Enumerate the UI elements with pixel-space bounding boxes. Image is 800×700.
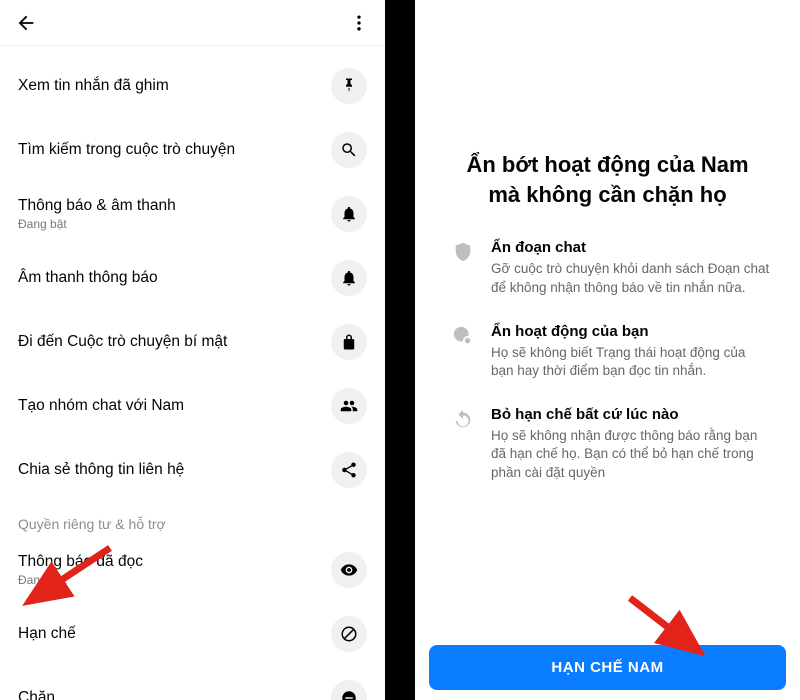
bell-icon bbox=[331, 260, 367, 296]
restrict-info-panel: Ẩn bớt hoạt động của Nam mà không cần ch… bbox=[415, 0, 800, 700]
undo-icon bbox=[445, 406, 481, 430]
restrict-icon bbox=[331, 616, 367, 652]
privacy-section-header: Quyền riêng tư & hỗ trợ bbox=[0, 502, 385, 538]
pin-icon bbox=[331, 68, 367, 104]
item-label: Xem tin nhắn đã ghim bbox=[18, 77, 331, 95]
item-create-group[interactable]: Tạo nhóm chat với Nam bbox=[0, 374, 385, 438]
settings-list: Xem tin nhắn đã ghim Tìm kiếm trong cuộc… bbox=[0, 46, 385, 700]
feature-unrestrict: Bỏ hạn chế bất cứ lúc nào Họ sẽ không nh… bbox=[445, 406, 770, 482]
item-block[interactable]: Chặn bbox=[0, 666, 385, 700]
share-icon bbox=[331, 452, 367, 488]
search-icon bbox=[331, 132, 367, 168]
feature-desc: Họ sẽ không biết Trạng thái hoạt động củ… bbox=[491, 344, 770, 380]
item-label: Chia sẻ thông tin liên hệ bbox=[18, 461, 331, 479]
header-bar bbox=[0, 0, 385, 46]
item-notifications-sound[interactable]: Thông báo & âm thanh Đang bật bbox=[0, 182, 385, 246]
item-label: Chặn bbox=[18, 689, 331, 700]
block-icon bbox=[331, 680, 367, 700]
restrict-title: Ẩn bớt hoạt động của Nam mà không cần ch… bbox=[415, 150, 800, 209]
item-label: Thông báo & âm thanh bbox=[18, 197, 331, 215]
item-sublabel: Đang bật bbox=[18, 573, 331, 587]
item-notification-sound[interactable]: Âm thanh thông báo bbox=[0, 246, 385, 310]
item-search-chat[interactable]: Tìm kiếm trong cuộc trò chuyện bbox=[0, 118, 385, 182]
feature-title: Ẩn hoạt động của bạn bbox=[491, 323, 770, 340]
eye-icon bbox=[331, 552, 367, 588]
item-secret-chat[interactable]: Đi đến Cuộc trò chuyện bí mật bbox=[0, 310, 385, 374]
feature-desc: Gỡ cuộc trò chuyện khỏi danh sách Đoạn c… bbox=[491, 260, 770, 296]
item-read-receipts[interactable]: Thông báo đã đọc Đang bật bbox=[0, 538, 385, 602]
lock-icon bbox=[331, 324, 367, 360]
status-dot-icon bbox=[445, 323, 481, 347]
item-share-contact[interactable]: Chia sẻ thông tin liên hệ bbox=[0, 438, 385, 502]
item-restrict[interactable]: Hạn chế bbox=[0, 602, 385, 666]
feature-hide-activity: Ẩn hoạt động của bạn Họ sẽ không biết Tr… bbox=[445, 323, 770, 380]
more-options-button[interactable] bbox=[347, 11, 371, 35]
item-label: Hạn chế bbox=[18, 625, 331, 643]
item-label: Âm thanh thông báo bbox=[18, 269, 331, 287]
feature-desc: Họ sẽ không nhận được thông báo rằng bạn… bbox=[491, 427, 770, 482]
feature-list: Ẩn đoạn chat Gỡ cuộc trò chuyện khỏi dan… bbox=[415, 209, 800, 508]
feature-title: Ẩn đoạn chat bbox=[491, 239, 770, 256]
item-label: Thông báo đã đọc bbox=[18, 553, 331, 571]
shield-icon bbox=[445, 239, 481, 263]
feature-hide-chat: Ẩn đoạn chat Gỡ cuộc trò chuyện khỏi dan… bbox=[445, 239, 770, 296]
bell-icon bbox=[331, 196, 367, 232]
item-sublabel: Đang bật bbox=[18, 217, 331, 231]
back-button[interactable] bbox=[14, 11, 38, 35]
feature-title: Bỏ hạn chế bất cứ lúc nào bbox=[491, 406, 770, 423]
group-icon bbox=[331, 388, 367, 424]
item-pinned-messages[interactable]: Xem tin nhắn đã ghim bbox=[0, 54, 385, 118]
item-label: Đi đến Cuộc trò chuyện bí mật bbox=[18, 333, 331, 351]
item-label: Tạo nhóm chat với Nam bbox=[18, 397, 331, 415]
item-label: Tìm kiếm trong cuộc trò chuyện bbox=[18, 141, 331, 159]
panel-divider bbox=[385, 0, 415, 700]
restrict-confirm-button[interactable]: HẠN CHẾ NAM bbox=[429, 645, 786, 690]
settings-panel: Xem tin nhắn đã ghim Tìm kiếm trong cuộc… bbox=[0, 0, 385, 700]
